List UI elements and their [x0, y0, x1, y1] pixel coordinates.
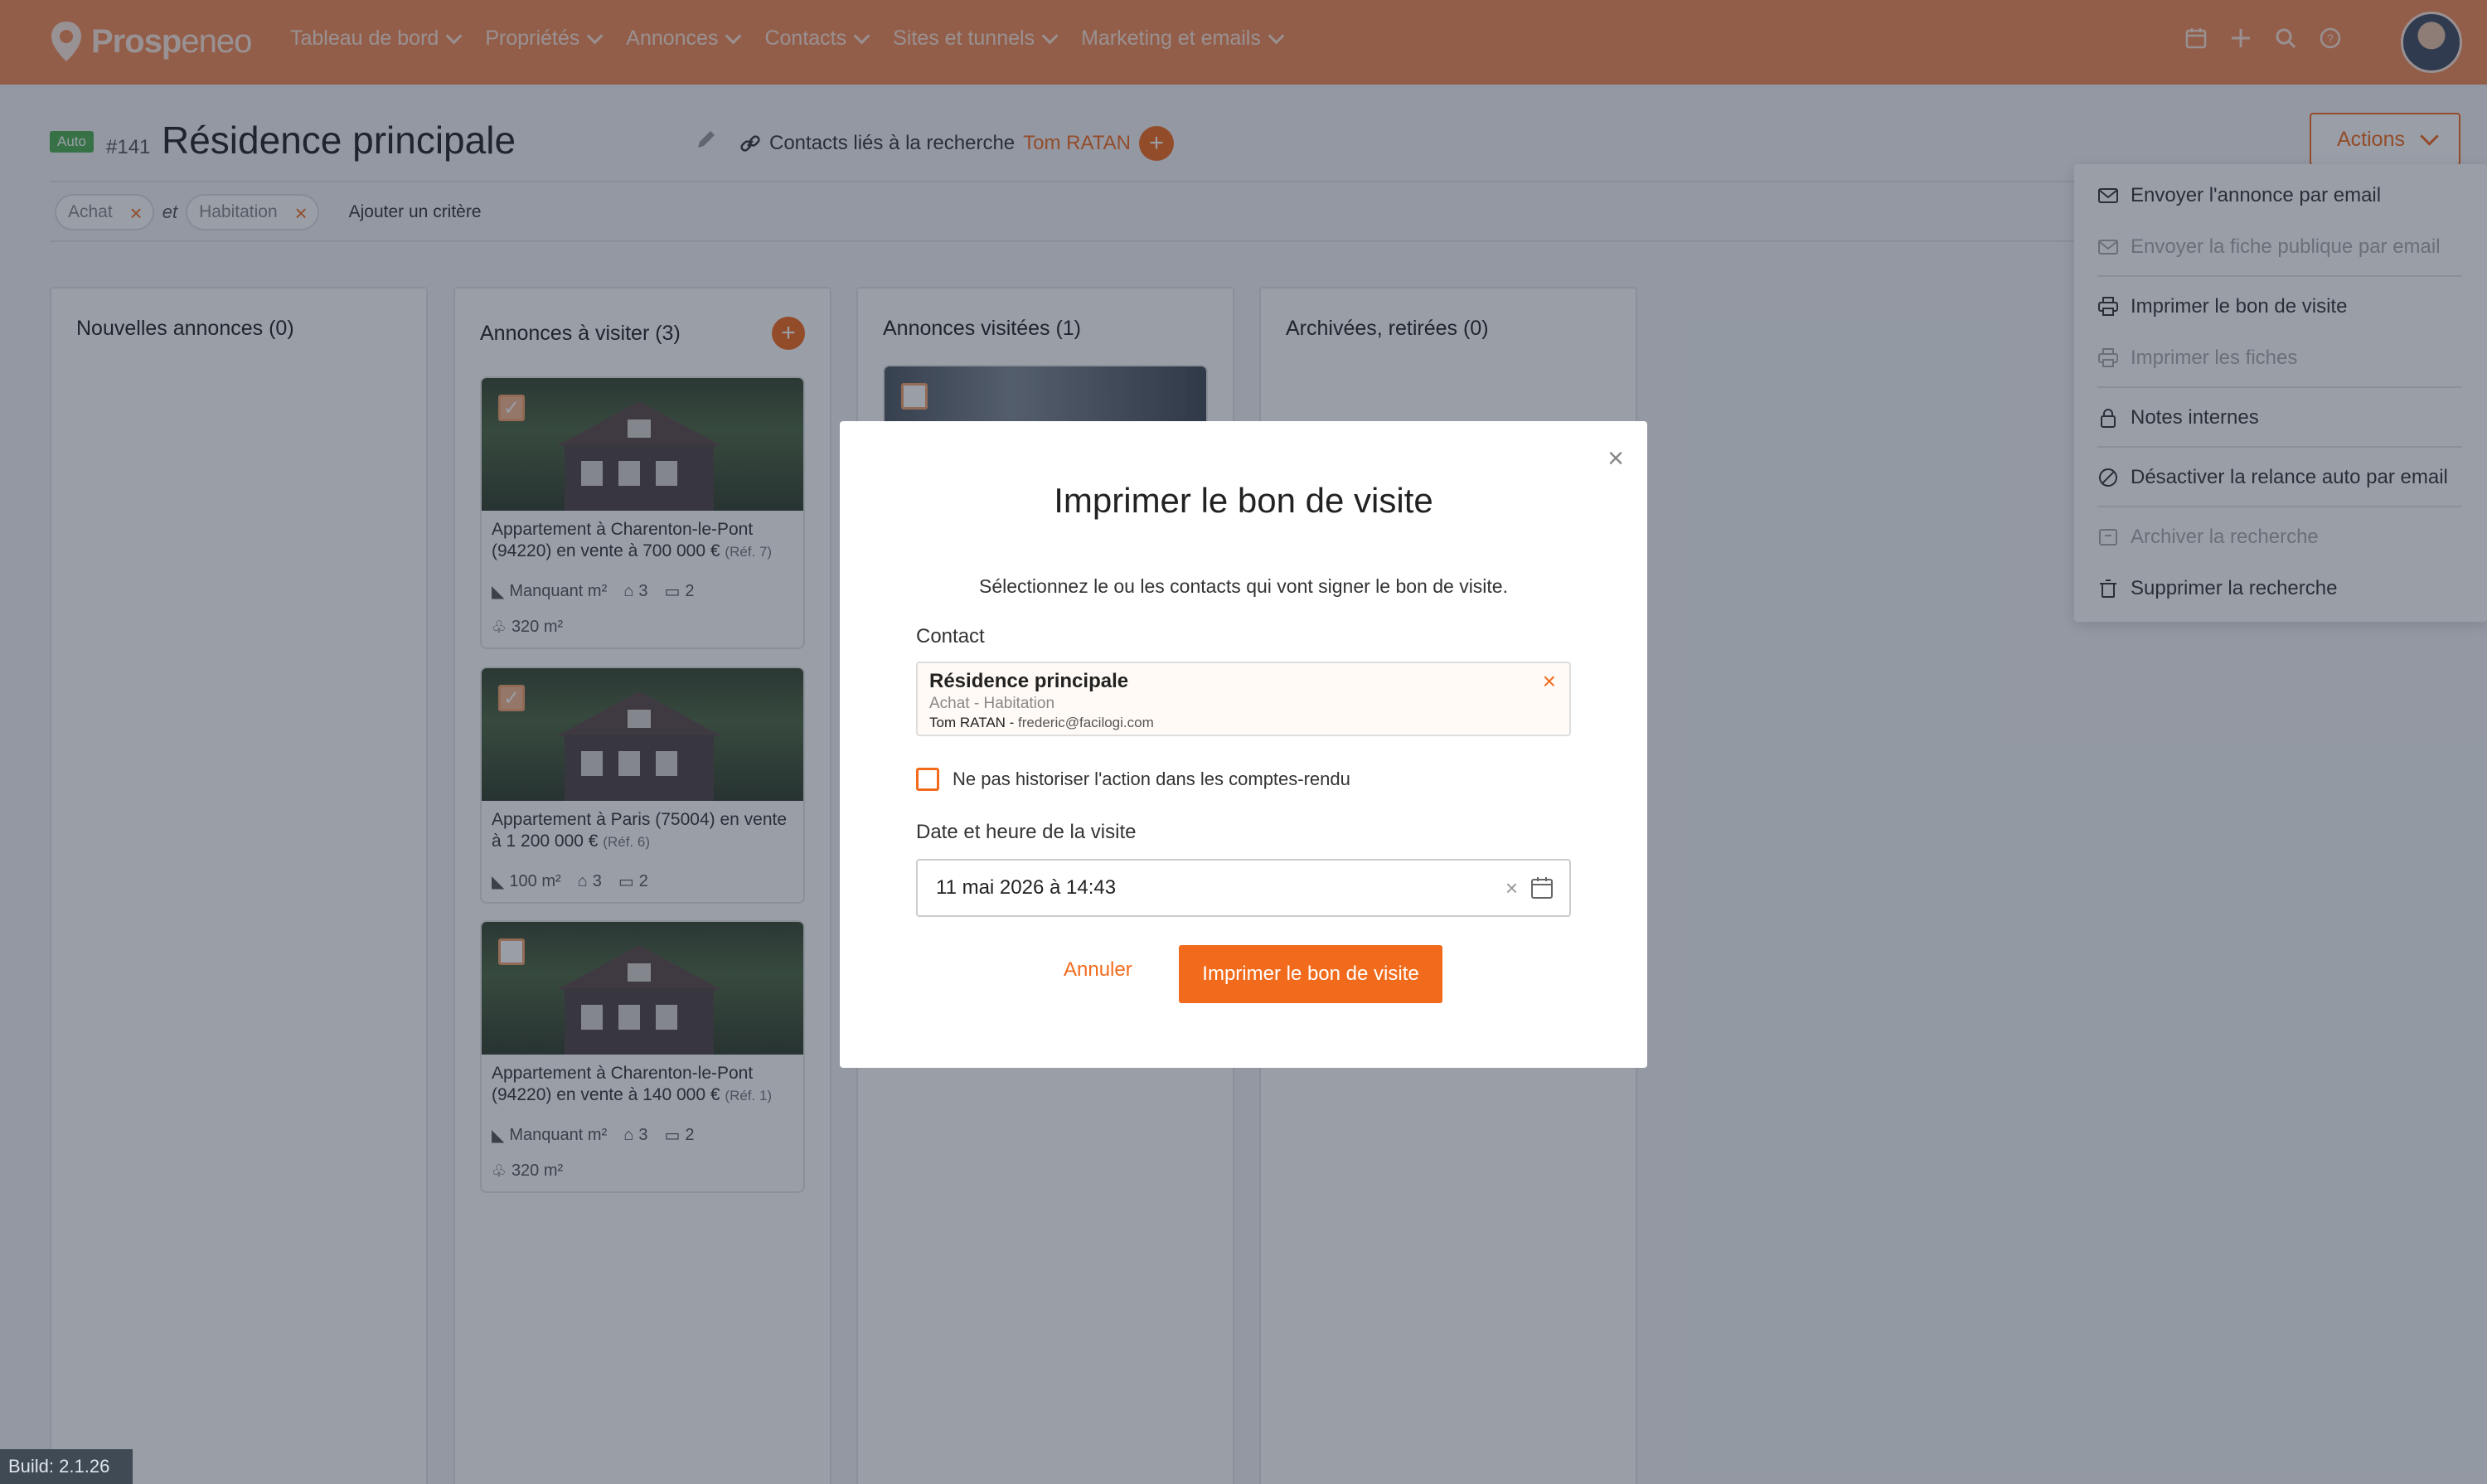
- clear-date-icon[interactable]: ×: [1505, 875, 1518, 901]
- build-version: Build: 2.1.26: [0, 1449, 133, 1484]
- visit-datetime-value: 11 mai 2026 à 14:43: [936, 876, 1117, 899]
- no-history-option[interactable]: Ne pas historiser l'action dans les comp…: [916, 768, 1350, 791]
- contact-label: Contact: [916, 625, 985, 647]
- cancel-button[interactable]: Annuler: [1064, 958, 1132, 982]
- contact-person: Tom RATAN - frederic@facilogi.com: [929, 715, 1154, 730]
- no-history-label: Ne pas historiser l'action dans les comp…: [953, 769, 1350, 789]
- date-label: Date et heure de la visite: [916, 821, 1137, 843]
- no-history-checkbox[interactable]: [916, 768, 939, 791]
- contact-email: frederic@facilogi.com: [1018, 715, 1154, 730]
- modal-title: Imprimer le bon de visite: [1054, 481, 1433, 520]
- contact-search-name: Résidence principale: [929, 670, 1129, 692]
- print-visit-slip-modal: × Imprimer le bon de visite Sélectionnez…: [840, 421, 1647, 1068]
- contact-search-criteria: Achat - Habitation: [929, 695, 1055, 712]
- contact-selection[interactable]: Résidence principale Achat - Habitation …: [916, 662, 1571, 736]
- contact-person-name: Tom RATAN: [929, 715, 1006, 730]
- modal-description: Sélectionnez le ou les contacts qui vont…: [979, 575, 1508, 597]
- visit-datetime-input[interactable]: 11 mai 2026 à 14:43 ×: [916, 859, 1571, 917]
- remove-contact-icon[interactable]: ×: [1543, 668, 1556, 695]
- close-icon[interactable]: ×: [1607, 443, 1624, 475]
- calendar-icon[interactable]: [1530, 875, 1554, 900]
- print-visit-slip-button[interactable]: Imprimer le bon de visite: [1179, 945, 1442, 1003]
